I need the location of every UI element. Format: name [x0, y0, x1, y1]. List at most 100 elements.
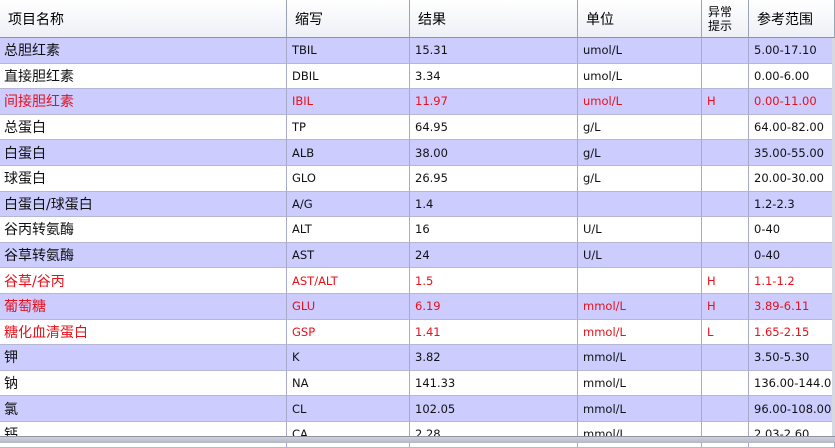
- column-header-result[interactable]: 结果: [410, 0, 578, 38]
- column-header-flag[interactable]: 异常 提示: [702, 0, 749, 38]
- table-row[interactable]: 球蛋白 GLO 26.95 g/L 20.00-30.00: [0, 166, 835, 192]
- cell-result: 141.33: [410, 370, 578, 397]
- cell-flag: [702, 38, 749, 64]
- cell-unit: [578, 191, 702, 218]
- cell-name: 白蛋白: [0, 140, 287, 166]
- cell-flag: [702, 63, 749, 90]
- cell-unit: umol/L: [578, 38, 702, 64]
- cell-unit: g/L: [578, 140, 702, 166]
- cell-result: 24: [410, 242, 578, 269]
- cell-result: 15.31: [410, 38, 578, 64]
- cell-name: 氯: [0, 396, 287, 422]
- cell-abbr: GLO: [287, 166, 410, 192]
- cell-unit: umol/L: [578, 63, 702, 90]
- cell-flag: H: [702, 294, 749, 320]
- table-row[interactable]: 钙CA2.28mmol/L 2.03-2.60: [0, 422, 835, 448]
- cell-name: 谷草转氨酶: [0, 242, 287, 269]
- cell-flag: [702, 114, 749, 141]
- table-row[interactable]: 谷草/谷丙 AST/ALT 1.5 H 1.1-1.2: [0, 268, 835, 294]
- cell-result: 11.97: [410, 89, 578, 115]
- table-row[interactable]: 谷丙转氨酶 ALT 16 U/L 0-40: [0, 217, 835, 243]
- cell-name: 白蛋白/球蛋白: [0, 191, 287, 218]
- cell-abbr: K: [287, 345, 410, 371]
- cell-range: 1.1-1.2: [749, 268, 835, 294]
- cell-flag: [702, 166, 749, 192]
- table-row[interactable]: 钾 K 3.82 mmol/L 3.50-5.30: [0, 345, 835, 371]
- column-header-range[interactable]: 参考范围: [749, 0, 835, 38]
- cell-result: 1.4: [410, 191, 578, 218]
- column-header-result-label: 结果: [418, 11, 446, 28]
- cell-range: 0-40: [749, 242, 835, 269]
- cell-unit: mmol/L: [578, 345, 702, 371]
- cell-flag: [702, 242, 749, 269]
- cell-name: 钠: [0, 370, 287, 397]
- table-row[interactable]: 葡萄糖 GLU 6.19 mmol/L H 3.89-6.11: [0, 294, 835, 320]
- cell-abbr: AST: [287, 242, 410, 269]
- cell-abbr: DBIL: [287, 63, 410, 90]
- cell-result: 3.82: [410, 345, 578, 371]
- cell-result: 102.05: [410, 396, 578, 422]
- table-row[interactable]: 氯 CL 102.05 mmol/L 96.00-108.00: [0, 396, 835, 422]
- cell-result: 38.00: [410, 140, 578, 166]
- cell-abbr: TP: [287, 114, 410, 141]
- cell-unit: [578, 268, 702, 294]
- cell-range: 1.2-2.3: [749, 191, 835, 218]
- column-header-name[interactable]: 项目名称: [0, 0, 287, 38]
- cell-flag: [702, 370, 749, 397]
- cell-abbr: CL: [287, 396, 410, 422]
- cell-range: 0.00-11.00: [749, 89, 835, 115]
- cell-name: 钾: [0, 345, 287, 371]
- cell-range: 35.00-55.00: [749, 140, 835, 166]
- cell-result: 16: [410, 217, 578, 243]
- cell-name: 谷丙转氨酶: [0, 217, 287, 243]
- cell-flag: [702, 217, 749, 243]
- cell-abbr: IBIL: [287, 89, 410, 115]
- cell-abbr: A/G: [287, 191, 410, 218]
- cell-range: 1.65-2.15: [749, 319, 835, 346]
- table-row[interactable]: 白蛋白/球蛋白 A/G 1.4 1.2-2.3: [0, 191, 835, 218]
- cell-name: 葡萄糖: [0, 294, 287, 320]
- cell-range: 0-40: [749, 217, 835, 243]
- cell-flag: L: [702, 319, 749, 346]
- column-header-name-label: 项目名称: [8, 11, 64, 28]
- cell-result: 6.19: [410, 294, 578, 320]
- cell-abbr: NA: [287, 370, 410, 397]
- cell-unit: U/L: [578, 242, 702, 269]
- cell-range: 20.00-30.00: [749, 166, 835, 192]
- cell-range: 96.00-108.00: [749, 396, 835, 422]
- cell-range: 0.00-6.00: [749, 63, 835, 90]
- cell-flag: [702, 396, 749, 422]
- table-row[interactable]: 总蛋白 TP 64.95 g/L 64.00-82.00: [0, 114, 835, 141]
- column-header-unit[interactable]: 单位: [578, 0, 702, 38]
- cell-result: 64.95: [410, 114, 578, 141]
- cell-unit: umol/L: [578, 89, 702, 115]
- table-row[interactable]: 总胆红素 TBIL 15.31 umol/L 5.00-17.10: [0, 38, 835, 64]
- cell-name: 钙: [0, 422, 287, 448]
- cell-range: 64.00-82.00: [749, 114, 835, 141]
- cell-unit: mmol/L: [578, 396, 702, 422]
- table-row[interactable]: 白蛋白 ALB 38.00 g/L 35.00-55.00: [0, 140, 835, 166]
- cell-result: 3.34: [410, 63, 578, 90]
- column-header-unit-label: 单位: [586, 11, 614, 28]
- table-row[interactable]: 谷草转氨酶 AST 24 U/L 0-40: [0, 242, 835, 269]
- cell-abbr: TBIL: [287, 38, 410, 64]
- table-row[interactable]: 直接胆红素 DBIL 3.34 umol/L 0.00-6.00: [0, 63, 835, 90]
- cell-unit: g/L: [578, 166, 702, 192]
- cell-result: 2.28: [410, 422, 578, 448]
- cell-result: 1.41: [410, 319, 578, 346]
- table-row[interactable]: 钠 NA 141.33 mmol/L 136.00-144.00: [0, 370, 835, 397]
- cell-unit: mmol/L: [578, 370, 702, 397]
- table-row[interactable]: 糖化血清蛋白 GSP 1.41 mmol/L L 1.65-2.15: [0, 319, 835, 346]
- table-row[interactable]: 间接胆红素 IBIL 11.97 umol/L H 0.00-11.00: [0, 89, 835, 115]
- cell-flag: [702, 345, 749, 371]
- column-header-abbr[interactable]: 缩写: [287, 0, 410, 38]
- cell-range: 2.03-2.60: [749, 422, 835, 448]
- cell-result: 26.95: [410, 166, 578, 192]
- cell-name: 总蛋白: [0, 114, 287, 141]
- cell-name: 谷草/谷丙: [0, 268, 287, 294]
- cell-flag: [702, 422, 749, 448]
- cell-abbr: AST/ALT: [287, 268, 410, 294]
- cell-abbr: ALB: [287, 140, 410, 166]
- cell-flag: [702, 191, 749, 218]
- column-header-flag-label: 异常 提示: [708, 4, 733, 33]
